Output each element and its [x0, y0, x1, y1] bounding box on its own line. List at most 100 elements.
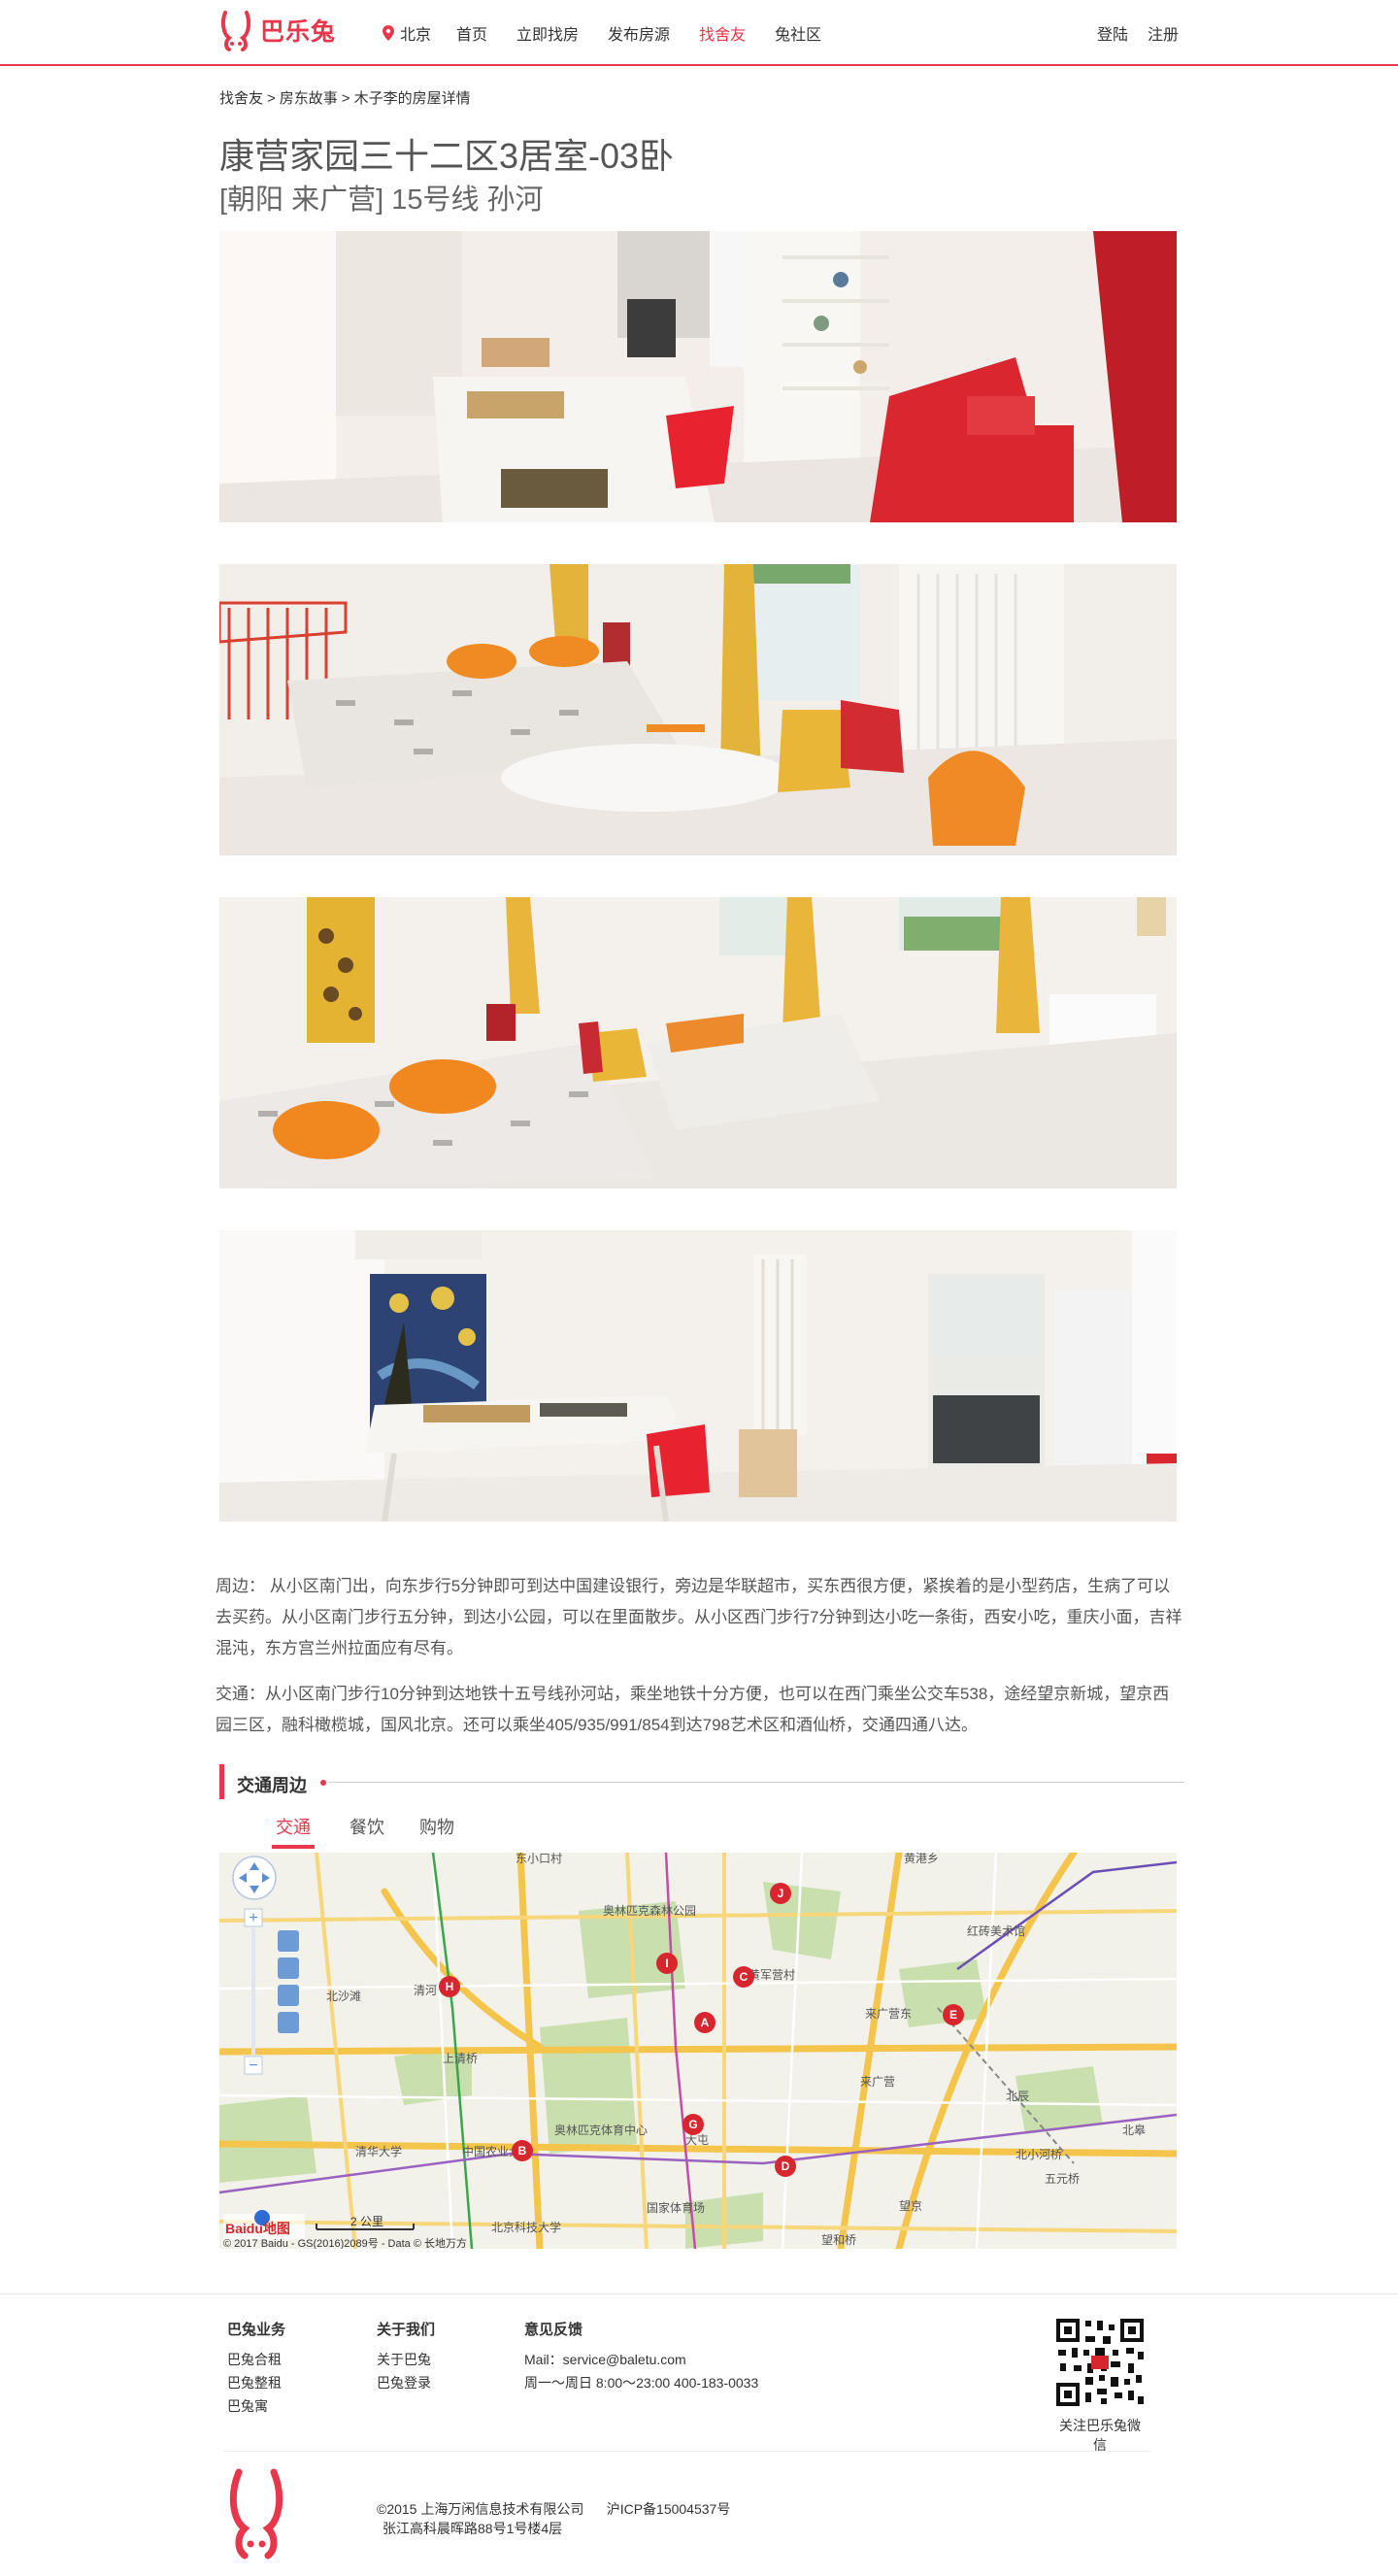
footer-heading: 意见反馈	[524, 2322, 583, 2338]
tab-transport[interactable]: 交通	[272, 1814, 315, 1849]
nav-item-find-roommate[interactable]: 找舍友	[699, 21, 746, 45]
breadcrumb-separator: >	[267, 90, 276, 107]
map-label: 望和桥	[821, 2233, 856, 2247]
surroundings-description: 周边： 从小区南门出，向东步行5分钟即可到达中国建设银行，旁边是华联超市，买东西…	[216, 1577, 1182, 1657]
map-marker-c: C	[733, 1966, 754, 1988]
svg-text:H: H	[446, 1980, 454, 1993]
tab-dining[interactable]: 餐饮	[350, 1814, 384, 1849]
map-label: 大屯	[685, 2133, 709, 2147]
map-pan-control	[232, 1856, 277, 1900]
nav-item-community[interactable]: 兔社区	[775, 21, 821, 45]
map-label: 黄军营村	[749, 1968, 795, 1982]
area-map[interactable]: 东小口村 奥林匹克森林公园 清河 上清桥 北沙滩 奥林匹克体育中心 大屯 望京 …	[219, 1853, 1177, 2249]
breadcrumb-roommate[interactable]: 找舍友	[219, 90, 263, 107]
map-copyright: © 2017 Baidu - GS(2016)2089号 - Data © 长地…	[223, 2236, 467, 2249]
footer-link-apartment[interactable]: 巴兔寓	[227, 2394, 285, 2418]
brand-logo[interactable]: 巴乐兔	[219, 6, 336, 54]
section-dot	[320, 1780, 326, 1786]
map-label: 红砖美术馆	[967, 1924, 1025, 1938]
map-marker-i: I	[656, 1953, 678, 1974]
map-label: 北沙滩	[326, 1990, 361, 2003]
top-header: 巴乐兔 北京 首页 立即找房 发布房源 找舍友 兔社区 登陆 注册	[0, 0, 1398, 66]
footer-link-about[interactable]: 关于巴兔	[377, 2348, 435, 2371]
bedroom-study-photo[interactable]	[219, 1230, 1177, 1522]
footer-business: 巴兔业务 巴兔合租 巴兔整租 巴兔寓	[227, 2319, 285, 2418]
svg-text:+: +	[249, 1910, 257, 1926]
section-divider	[328, 1782, 1184, 1783]
section-accent-bar	[219, 1764, 224, 1799]
footer-copyright-block: ©2015 上海万闲信息技术有限公司 沪ICP备15004537号 张江高科晨晖…	[377, 2499, 730, 2538]
map-label: 来广营东	[865, 2007, 912, 2021]
footer-feedback: 意见反馈 Mail：service@baletu.com 周一～周日 8:00～…	[524, 2319, 758, 2394]
map-label: 黄港乡	[904, 1853, 939, 1865]
map-label: 来广营	[860, 2075, 895, 2089]
wechat-qr-code	[1054, 2317, 1146, 2408]
svg-text:E: E	[949, 2008, 957, 2022]
map-label: 北小河桥	[1015, 2148, 1062, 2161]
footer-link-login[interactable]: 巴兔登录	[377, 2371, 435, 2394]
svg-text:−: −	[249, 2057, 257, 2074]
auth-links: 登陆 注册	[1078, 21, 1179, 45]
rabbit-logo-icon	[220, 11, 251, 51]
nav-item-find-house[interactable]: 立即找房	[516, 21, 579, 45]
footer-rabbit-logo-icon	[229, 2468, 283, 2559]
copyright-text: ©2015 上海万闲信息技术有限公司	[377, 2501, 584, 2517]
map-section-title: 交通周边	[237, 1776, 307, 1795]
nav-item-home[interactable]: 首页	[456, 21, 487, 45]
city-name: 北京	[400, 27, 432, 44]
location-pin-icon	[383, 25, 394, 41]
city-selector[interactable]: 北京	[383, 21, 431, 45]
nav-item-post-listing[interactable]: 发布房源	[608, 21, 670, 45]
icp-number[interactable]: 沪ICP备15004537号	[607, 2501, 731, 2517]
svg-text:J: J	[778, 1887, 784, 1900]
map-label: 五元桥	[1045, 2172, 1080, 2186]
main-nav: 北京 首页 立即找房 发布房源 找舍友 兔社区	[383, 21, 850, 45]
map-label: 北辰	[1006, 2090, 1029, 2103]
breadcrumb-current: 木子李的房屋详情	[353, 90, 471, 107]
footer-heading: 巴兔业务	[227, 2322, 286, 2338]
qr-caption: 关注巴乐兔微信	[1059, 2418, 1141, 2453]
brand-name: 巴乐兔	[260, 18, 337, 46]
footer-link-shared[interactable]: 巴兔合租	[227, 2348, 285, 2371]
baidu-map-logo: Baidu地图	[223, 2210, 305, 2239]
listing-subtitle: [朝阳 来广营] 15号线 孙河	[219, 184, 544, 216]
map-label: 清河	[414, 1984, 437, 1997]
map-marker-h: H	[439, 1976, 460, 1997]
map-marker-e: E	[943, 2004, 964, 2025]
footer-hours: 周一～周日 8:00～23:00 400-183-0033	[524, 2375, 759, 2391]
svg-text:Baidu地图: Baidu地图	[225, 2221, 290, 2236]
map-marker-g: G	[682, 2114, 704, 2135]
svg-text:2 公里: 2 公里	[350, 2215, 383, 2228]
bedroom-wide-photo[interactable]	[219, 897, 1177, 1188]
register-link[interactable]: 注册	[1148, 21, 1179, 45]
footer-divider	[0, 2293, 1398, 2294]
map-label: 东小口村	[516, 1853, 562, 1865]
breadcrumb: 找舍友 > 房东故事 > 木子李的房屋详情	[219, 87, 471, 108]
map-section-header: 交通周边	[219, 1764, 1184, 1799]
svg-text:C: C	[740, 1970, 749, 1984]
map-label: 北皋	[1122, 2123, 1146, 2137]
footer-about: 关于我们 关于巴兔 巴兔登录	[377, 2319, 435, 2394]
map-label: 清华大学	[355, 2144, 402, 2158]
svg-text:D: D	[782, 2159, 790, 2173]
svg-text:A: A	[701, 2016, 710, 2029]
bedroom-desk-photo[interactable]	[219, 231, 1177, 522]
transport-description: 交通：从小区南门步行10分钟到达地铁十五号线孙河站，乘坐地铁十分方便，也可以在西…	[216, 1685, 1170, 1734]
map-label: 北京科技大学	[491, 2220, 561, 2234]
map-tabs: 交通 餐饮 购物	[272, 1814, 489, 1849]
map-label: 上清桥	[443, 2052, 478, 2065]
map-marker-b: B	[512, 2140, 533, 2161]
footer-mail[interactable]: Mail：service@baletu.com	[524, 2348, 758, 2371]
breadcrumb-separator: >	[341, 90, 350, 107]
svg-text:G: G	[688, 2118, 697, 2131]
breadcrumb-landlord-story[interactable]: 房东故事	[280, 90, 338, 107]
company-address: 张江高科晨晖路88号1号楼4层	[383, 2521, 563, 2536]
footer-link-whole[interactable]: 巴兔整租	[227, 2371, 285, 2394]
bedroom-bed-photo[interactable]	[219, 564, 1177, 855]
footer-heading: 关于我们	[377, 2322, 436, 2338]
map-marker-a: A	[694, 2012, 716, 2033]
svg-text:I: I	[665, 1957, 668, 1970]
login-link[interactable]: 登陆	[1097, 21, 1128, 45]
listing-title: 康营家园三十二区3居室-03卧	[219, 136, 675, 176]
tab-shopping[interactable]: 购物	[419, 1814, 454, 1849]
